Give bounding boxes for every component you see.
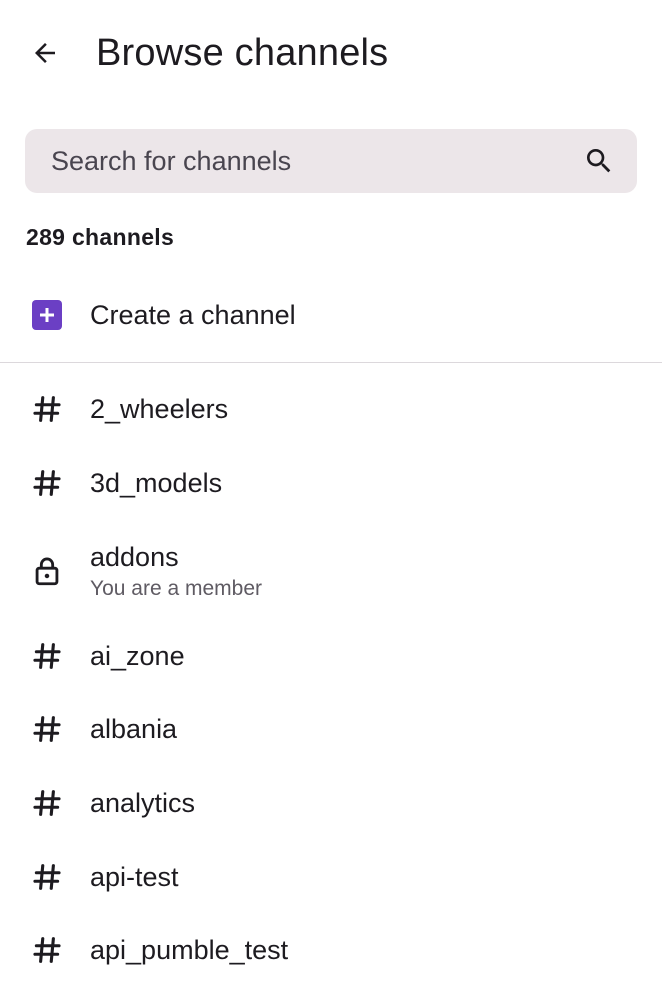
page-title: Browse channels — [96, 32, 389, 74]
channel-name: ai_zone — [90, 641, 185, 671]
channel-item[interactable]: api_pumble_test — [0, 933, 662, 967]
arrow-left-icon — [35, 43, 55, 63]
divider — [0, 362, 662, 363]
channel-item[interactable]: api-test — [0, 860, 662, 894]
hash-icon — [33, 937, 61, 963]
hash-icon — [33, 396, 61, 422]
search-input[interactable] — [51, 145, 551, 177]
channel-name: analytics — [90, 788, 196, 818]
channel-item[interactable]: 3d_models — [0, 466, 662, 500]
channel-name: 2_wheelers — [90, 394, 229, 424]
channel-item[interactable]: albania — [0, 712, 662, 746]
channel-name: 3d_models — [90, 468, 223, 498]
channel-name: addons — [90, 542, 179, 572]
hash-icon — [33, 643, 61, 669]
hash-icon — [33, 716, 61, 742]
search-icon[interactable] — [583, 145, 615, 177]
plus-square-icon — [32, 300, 62, 330]
search-bar[interactable] — [25, 129, 637, 193]
channel-item[interactable]: addons You are a member — [0, 540, 662, 604]
lock-icon — [35, 557, 59, 586]
channel-item[interactable]: analytics — [0, 786, 662, 820]
channel-name: albania — [90, 714, 178, 744]
browse-channels-screen: Browse channels 289 channels Create a ch… — [0, 0, 662, 992]
hash-icon — [33, 790, 61, 816]
create-channel-label: Create a channel — [90, 300, 296, 330]
channel-item[interactable]: 2_wheelers — [0, 392, 662, 426]
app-bar: Browse channels — [0, 0, 662, 108]
channel-item[interactable]: ai_zone — [0, 639, 662, 673]
create-channel-button[interactable]: Create a channel — [0, 282, 662, 348]
channel-count: 289 channels — [26, 224, 175, 250]
hash-icon — [33, 864, 61, 890]
back-button[interactable] — [22, 30, 68, 76]
channel-membership-status: You are a member — [90, 577, 262, 600]
hash-icon — [33, 470, 61, 496]
channel-name: api_pumble_test — [90, 935, 289, 965]
channel-name: api-test — [90, 862, 179, 892]
